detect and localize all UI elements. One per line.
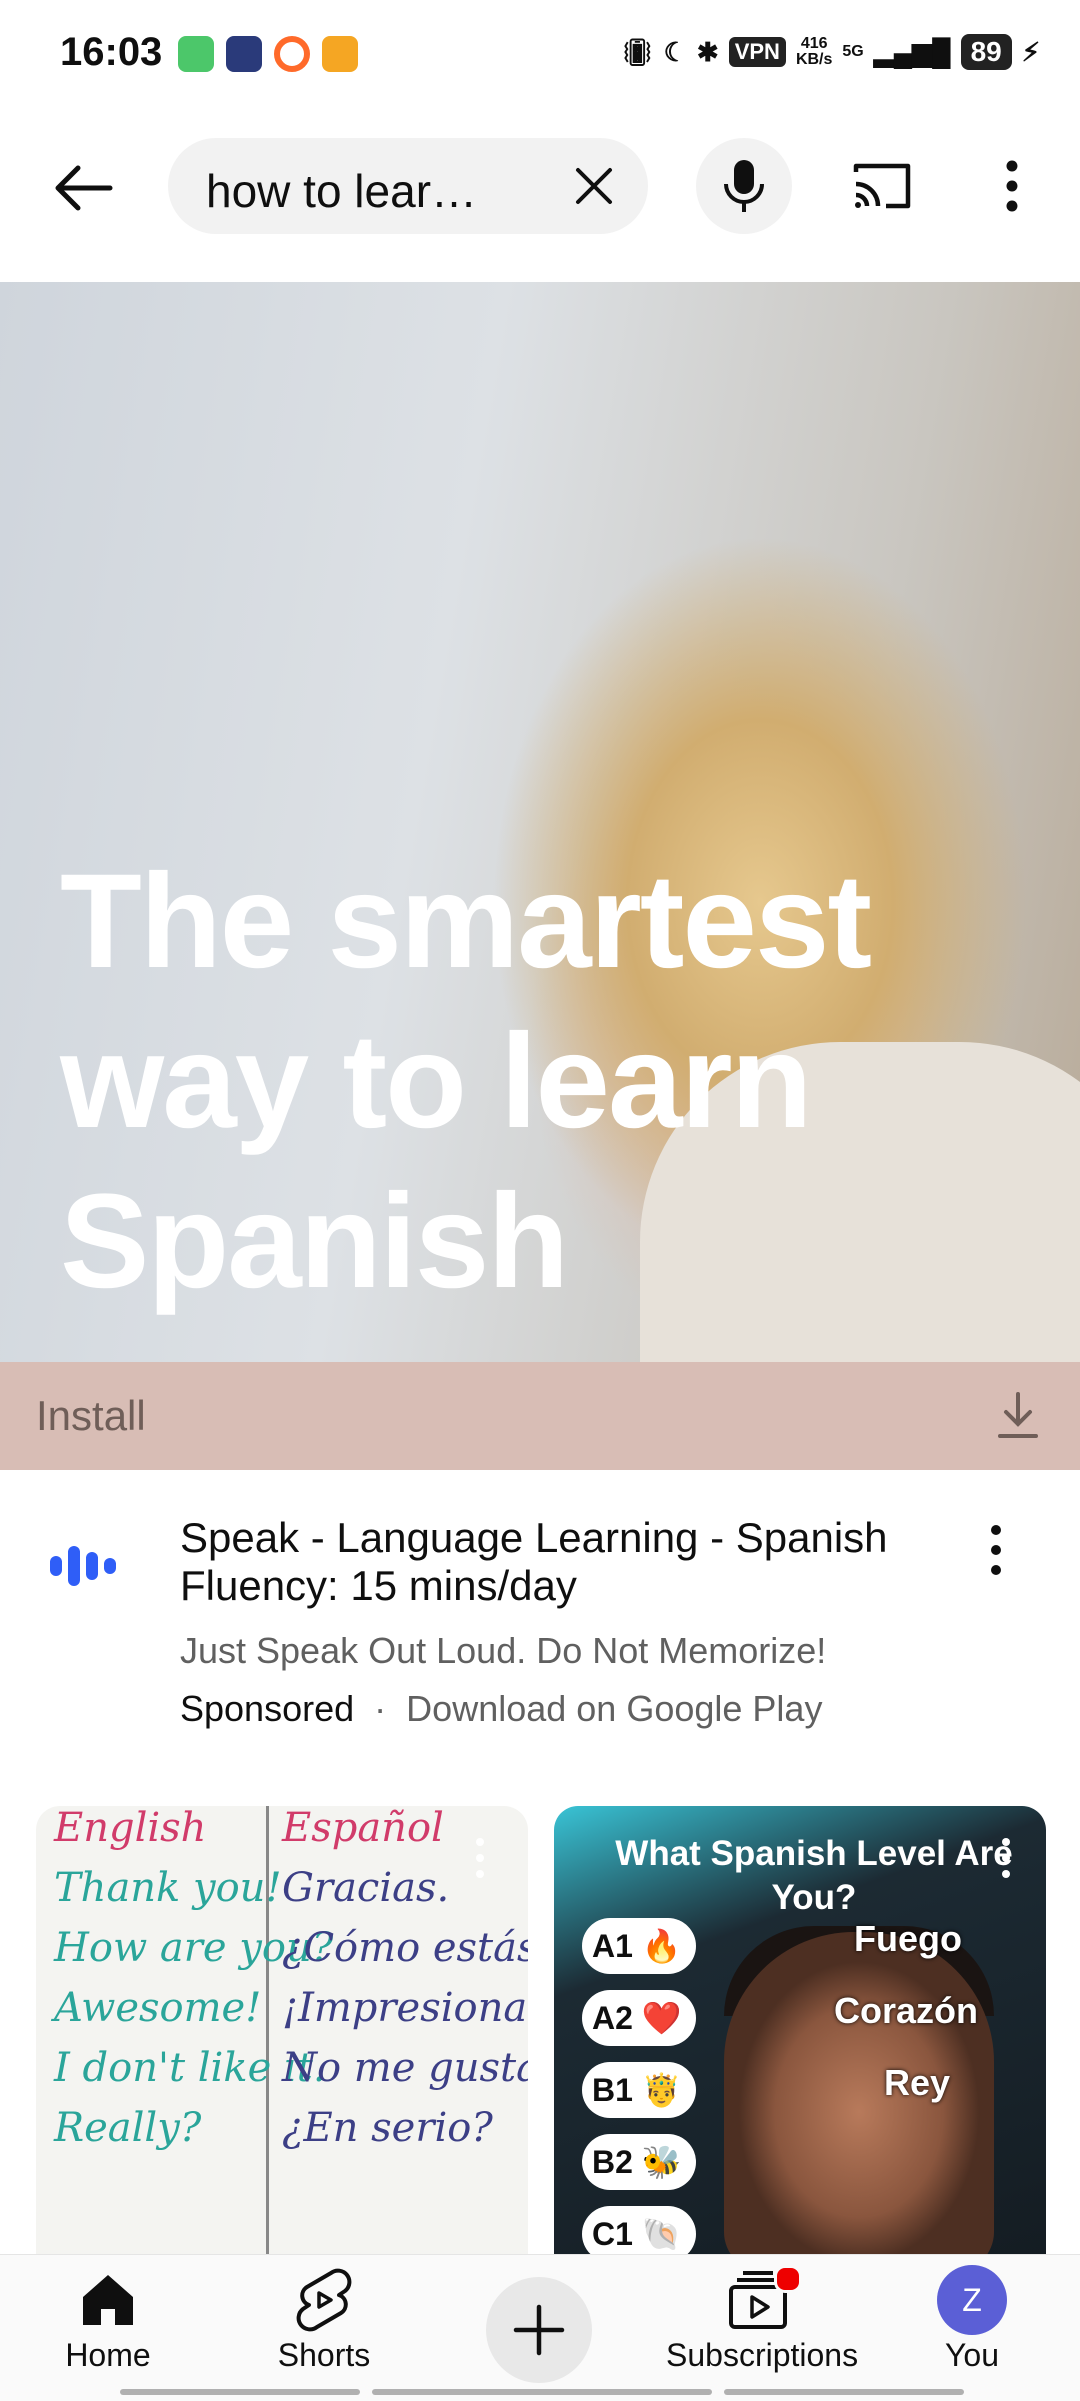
back-button[interactable] <box>48 152 120 224</box>
arrow-left-icon <box>55 165 113 211</box>
more-vertical-icon <box>991 1525 1001 1575</box>
cat-app-icon <box>226 36 262 72</box>
bottom-navigation: Home Shorts Subscriptions Z You <box>0 2254 1080 2401</box>
gesture-bar <box>372 2389 712 2395</box>
microphone-icon <box>724 160 764 212</box>
short-card-english-espanol[interactable]: English Thank you! How are you? Awesome!… <box>36 1806 528 2266</box>
ad-video-thumbnail[interactable]: The smartest way to learn Spanish <box>0 282 1080 1362</box>
speed-unit: KB/s <box>795 51 833 68</box>
nav-subscriptions-label: Subscriptions <box>666 2337 859 2373</box>
status-app-icons <box>178 36 358 72</box>
nav-you-label: You <box>945 2337 999 2373</box>
cast-icon <box>853 163 911 209</box>
ad-headline: The smartest way to learn Spanish <box>60 847 872 1316</box>
short-card-spanish-level[interactable]: What Spanish Level Are You? A1 🔥 A2 ❤️ B… <box>554 1806 1046 2266</box>
create-button[interactable] <box>486 2277 592 2383</box>
search-box[interactable]: how to lear… <box>168 138 648 234</box>
download-icon <box>998 1392 1038 1438</box>
level-pill-a1: A1 🔥 <box>582 1918 696 1974</box>
more-vertical-icon <box>1006 160 1018 212</box>
board-right-line: ¿Cómo estás? <box>282 1925 528 1971</box>
nav-home[interactable]: Home <box>18 2265 198 2395</box>
install-label: Install <box>36 1392 146 1439</box>
nav-home-label: Home <box>65 2337 151 2373</box>
install-button[interactable]: Install <box>0 1362 1080 1470</box>
more-vertical-icon[interactable] <box>468 1836 492 1880</box>
ad-cta-text: Download on Google Play <box>406 1688 823 1729</box>
nav-you[interactable]: Z You <box>882 2265 1062 2395</box>
clear-search-button[interactable] <box>568 160 620 212</box>
level-pill-a2: A2 ❤️ <box>582 1990 696 2046</box>
avatar: Z <box>937 2265 1007 2335</box>
ad-title: Speak - Language Learning - Spanish Flue… <box>180 1514 888 1609</box>
search-input[interactable]: how to lear… <box>206 164 536 218</box>
gesture-bar <box>120 2389 360 2395</box>
shorts-shelf: English Thank you! How are you? Awesome!… <box>36 1806 1046 2266</box>
status-time: 16:03 <box>60 30 163 74</box>
more-vertical-icon[interactable] <box>994 1836 1018 1880</box>
meta-separator: · <box>374 1688 387 1729</box>
board-right-line: ¡Impresionante! <box>282 1985 528 2031</box>
battery-level: 89 <box>960 34 1012 70</box>
moon-icon: ☾ <box>663 36 687 67</box>
vibrate-icon: 📳︎ <box>620 36 654 67</box>
signal-icon: ▂▄▆█ <box>873 36 951 67</box>
sponsored-label: Sponsored <box>180 1688 355 1729</box>
nav-shorts[interactable]: Shorts <box>234 2265 414 2395</box>
ring-app-icon <box>274 36 310 72</box>
nav-subscriptions[interactable]: Subscriptions <box>666 2265 859 2395</box>
network-type: 5G <box>842 43 864 60</box>
network-speed: 416 KB/s <box>796 36 832 68</box>
notification-dot <box>774 2265 802 2293</box>
home-icon <box>83 2275 133 2325</box>
more-options-button[interactable] <box>990 154 1034 218</box>
plus-icon <box>513 2304 565 2356</box>
app-notification-icon <box>178 36 214 72</box>
bluetooth-icon: ✱ <box>696 36 719 67</box>
short-person-face <box>724 1932 994 2266</box>
board-right-line: ¿En serio? <box>282 2105 493 2151</box>
board-right-line: No me gusta. <box>282 2045 528 2091</box>
ad-info[interactable]: Speak - Language Learning - Spanish Flue… <box>0 1470 1080 1760</box>
speed-value: 416 <box>800 35 828 52</box>
shorts-icon <box>296 2268 352 2332</box>
nav-shorts-label: Shorts <box>277 2337 371 2373</box>
level-label-a2: Corazón <box>834 1990 978 2031</box>
search-header: how to lear… <box>0 110 1080 280</box>
ad-more-button[interactable] <box>972 1518 1020 1582</box>
tools-app-icon <box>322 36 358 72</box>
speak-logo-icon <box>50 1546 116 1586</box>
level-label-a1: Fuego <box>854 1918 962 1959</box>
status-bar: 16:03 📳︎ ☾ ✱ VPN 416 KB/s 5G ▂▄▆█ 89 ⚡︎ <box>0 0 1080 110</box>
ad-meta: Sponsored · Download on Google Play <box>180 1688 822 1730</box>
level-label-b1: Rey <box>884 2062 951 2103</box>
level-pill-b1: B1 🤴 <box>582 2062 696 2118</box>
cast-button[interactable] <box>850 154 914 218</box>
vpn-badge: VPN <box>728 37 786 67</box>
short-title: What Spanish Level Are You? <box>615 1834 1013 1917</box>
status-indicators: 📳︎ ☾ ✱ VPN 416 KB/s 5G ▂▄▆█ 89 ⚡︎ <box>621 34 1040 70</box>
gesture-bar <box>724 2389 964 2395</box>
charging-icon: ⚡︎ <box>1021 36 1040 67</box>
ad-subtitle: Just Speak Out Loud. Do Not Memorize! <box>180 1630 827 1671</box>
close-icon <box>576 168 612 204</box>
level-pill-b2: B2 🐝 <box>582 2134 696 2190</box>
voice-search-button[interactable] <box>696 138 792 234</box>
